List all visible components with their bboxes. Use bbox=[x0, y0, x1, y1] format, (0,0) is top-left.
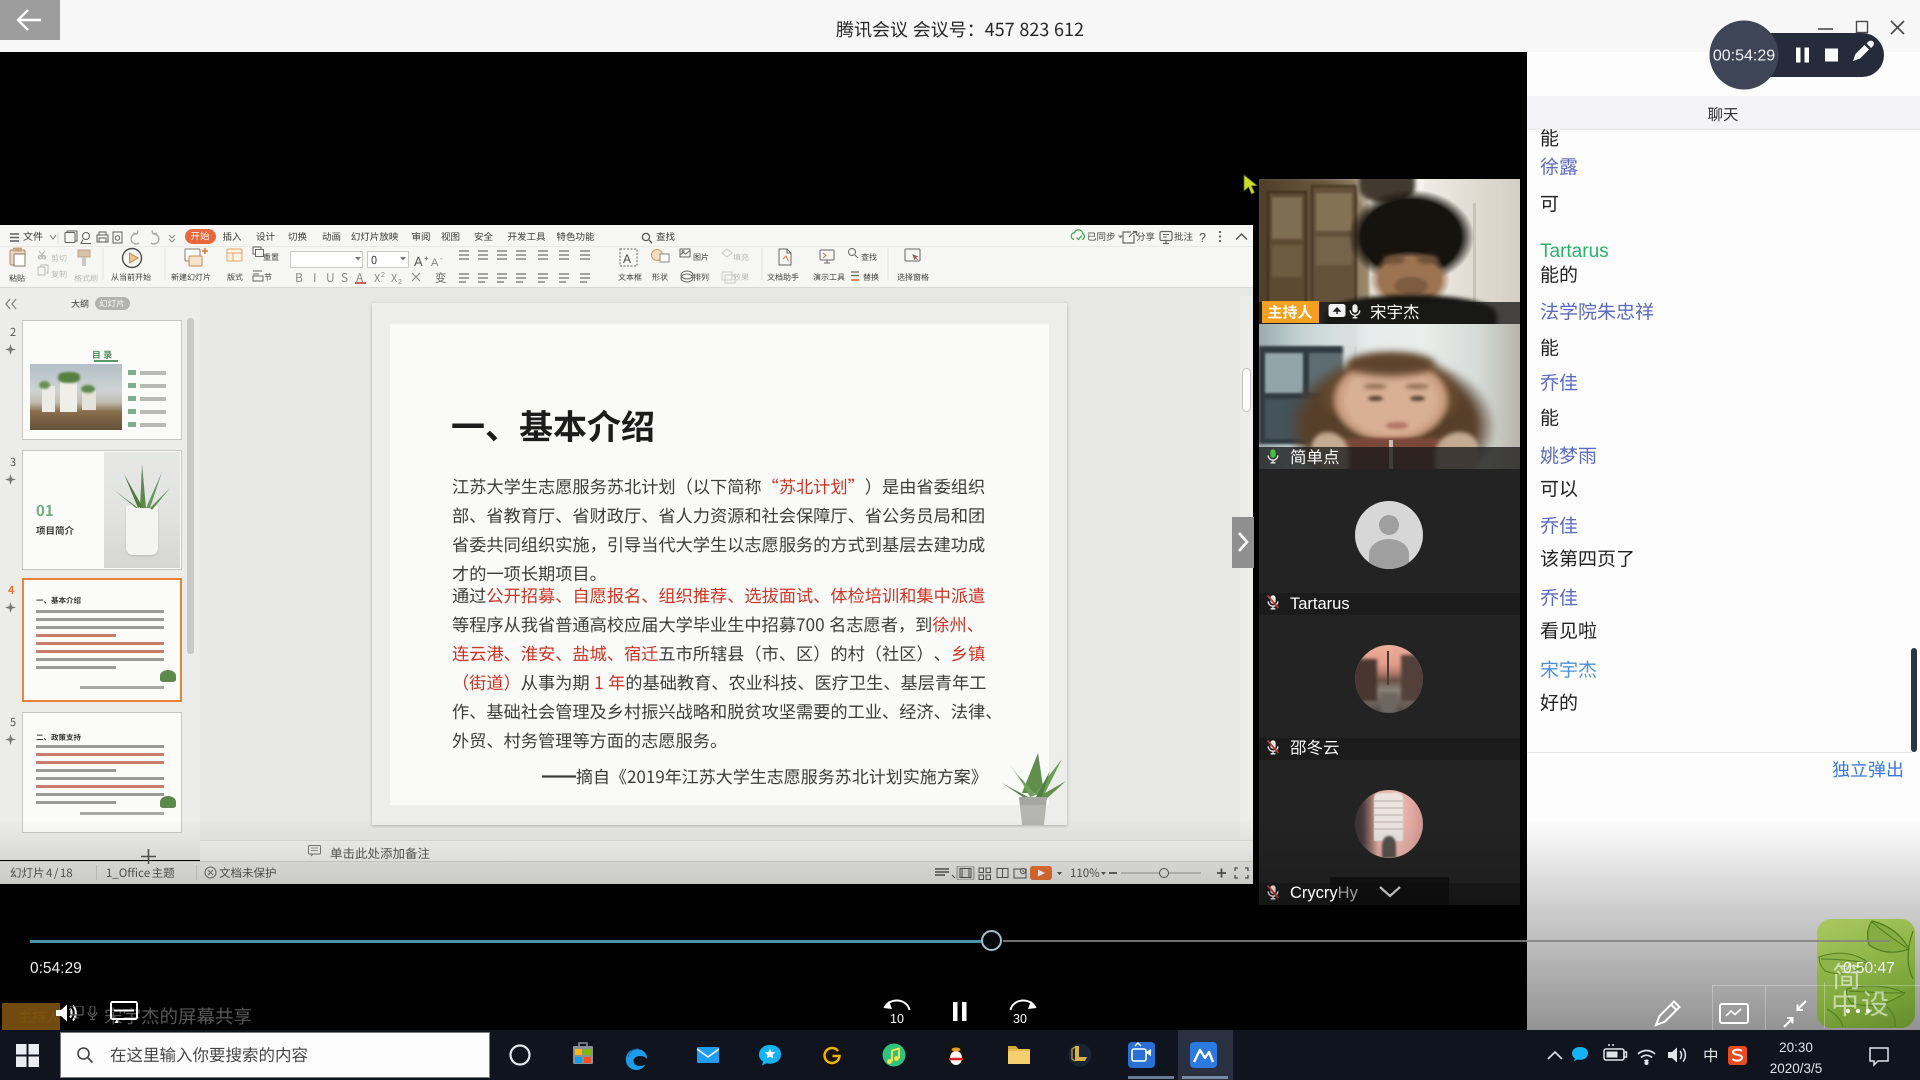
svg-text:A: A bbox=[623, 252, 631, 266]
svg-text:10: 10 bbox=[890, 1012, 904, 1026]
svg-text:2020/3/5: 2020/3/5 bbox=[1770, 1061, 1823, 1076]
svg-text:A: A bbox=[431, 257, 439, 269]
svg-text:2: 2 bbox=[398, 279, 402, 286]
svg-text:+: + bbox=[424, 254, 429, 263]
svg-text:A: A bbox=[414, 254, 423, 269]
svg-text:00:54:29: 00:54:29 bbox=[1713, 48, 1775, 65]
svg-text:30: 30 bbox=[1013, 1012, 1027, 1026]
svg-text:?: ? bbox=[1199, 231, 1206, 245]
svg-text:2: 2 bbox=[381, 272, 385, 279]
svg-text:-: - bbox=[440, 254, 443, 263]
svg-text:20:30: 20:30 bbox=[1779, 1040, 1813, 1055]
